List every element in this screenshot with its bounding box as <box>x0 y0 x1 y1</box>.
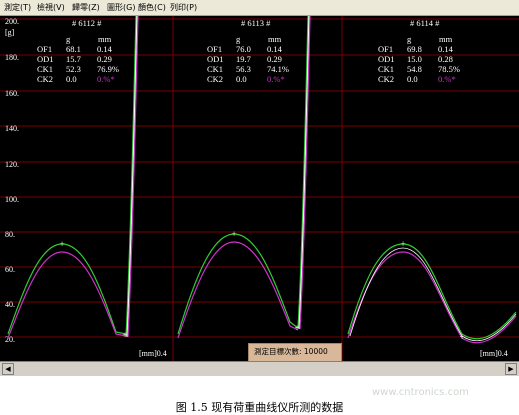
panel-title: # 6112 # <box>72 18 102 28</box>
menu-graph[interactable]: 圖形(G) <box>107 0 135 15</box>
target-count-popup[interactable]: 測定目標次數: 10000 <box>248 343 342 362</box>
row-g: 15.7 <box>66 54 81 64</box>
y-tick-label: 180. <box>5 53 19 62</box>
row-mm: 78.5% <box>438 64 460 74</box>
y-tick-label: 20. <box>5 335 15 344</box>
y-tick-label: 140. <box>5 124 19 133</box>
col-header-mm: mm <box>268 34 282 44</box>
x-unit-label: [mm]0.4 <box>139 349 167 358</box>
menu-bar: 測定(T) 檢視(V) 歸零(Z) 圖形(G) 顏色(C) 列印(P) <box>0 0 519 16</box>
row-mm-ck2: 0.%* <box>438 74 456 84</box>
row-name: OD1 <box>37 54 54 64</box>
row-g: 69.8 <box>407 44 422 54</box>
row-g: 68.1 <box>66 44 81 54</box>
row-name: OD1 <box>207 54 224 64</box>
row-g: 54.8 <box>407 64 422 74</box>
y-tick-label: 80. <box>5 230 15 239</box>
row-mm: 0.14 <box>97 44 113 54</box>
col-header-mm: mm <box>98 34 112 44</box>
row-g: 0.0 <box>407 74 418 84</box>
scroll-right-icon[interactable]: ▶ <box>505 363 517 375</box>
row-g: 52.3 <box>66 64 81 74</box>
y-tick-label: 160. <box>5 89 19 98</box>
y-axis-unit: [g] <box>5 28 15 37</box>
watermark: www.cntronics.com <box>372 387 469 398</box>
row-mm: 0.29 <box>267 54 282 64</box>
menu-print[interactable]: 列印(P) <box>170 0 197 15</box>
col-header-g: g <box>66 34 71 44</box>
row-name: OF1 <box>378 44 393 54</box>
panel-title: # 6114 # <box>410 18 440 28</box>
col-header-g: g <box>236 34 241 44</box>
curves-panel-6114: + + <box>347 239 517 344</box>
horizontal-scrollbar[interactable]: ◀ ▶ <box>0 361 519 376</box>
row-mm: 0.29 <box>97 54 112 64</box>
target-count-text: 測定目標次數: 10000 <box>254 347 328 356</box>
menu-view[interactable]: 檢視(V) <box>37 0 65 15</box>
panel-6114: # 6114 # g mm OF1 69.8 0.14 OD1 15.0 0.2… <box>378 18 460 84</box>
menu-measure[interactable]: 測定(T) <box>4 0 31 15</box>
valley-marker: + <box>294 323 299 333</box>
row-g: 76.0 <box>236 44 251 54</box>
row-name: CK2 <box>37 74 53 84</box>
row-mm-ck2: 0.%* <box>97 74 115 84</box>
row-g: 19.7 <box>236 54 251 64</box>
valley-marker: + <box>459 332 464 342</box>
peak-marker: + <box>231 229 236 239</box>
row-name: CK1 <box>378 64 394 74</box>
y-axis-top-label: 200. <box>5 17 19 26</box>
row-g: 15.0 <box>407 54 422 64</box>
y-tick-label: 40. <box>5 300 15 309</box>
row-g: 56.3 <box>236 64 251 74</box>
load-curve-plot: 200. [g] 180. 160. 140. 120. 100. 80. 60… <box>0 16 519 361</box>
figure-caption: 图 1.5 现有荷重曲线仪所测的数据 <box>175 401 344 414</box>
row-name: OF1 <box>37 44 52 54</box>
panel-title: # 6113 # <box>241 18 271 28</box>
y-tick-label: 100. <box>5 195 19 204</box>
row-mm: 0.14 <box>267 44 283 54</box>
row-mm: 0.28 <box>438 54 453 64</box>
y-tick-label: 60. <box>5 265 15 274</box>
row-g: 0.0 <box>66 74 77 84</box>
valley-marker: + <box>122 330 127 340</box>
row-name: CK2 <box>378 74 394 84</box>
row-mm: 0.14 <box>438 44 454 54</box>
scroll-left-icon[interactable]: ◀ <box>2 363 14 375</box>
row-name: OD1 <box>378 54 395 64</box>
row-name: CK2 <box>207 74 223 84</box>
row-mm: 76.9% <box>97 64 119 74</box>
row-name: OF1 <box>207 44 222 54</box>
menu-zero[interactable]: 歸零(Z) <box>72 0 100 15</box>
panel-6113: # 6113 # g mm OF1 76.0 0.14 OD1 19.7 0.2… <box>207 18 289 84</box>
peak-marker: + <box>400 239 405 249</box>
y-tick-label: 120. <box>5 160 19 169</box>
x-unit-label: [mm]0.4 <box>480 349 508 358</box>
peak-marker: + <box>59 239 64 249</box>
menu-color[interactable]: 顏色(C) <box>138 0 166 15</box>
col-header-mm: mm <box>439 34 453 44</box>
col-header-g: g <box>407 34 412 44</box>
row-mm: 74.1% <box>267 64 289 74</box>
row-name: CK1 <box>207 64 223 74</box>
row-mm-ck2: 0.%* <box>267 74 285 84</box>
row-g: 0.0 <box>236 74 247 84</box>
panel-6112: # 6112 # g mm OF1 68.1 0.14 OD1 15.7 0.2… <box>37 18 119 84</box>
row-name: CK1 <box>37 64 53 74</box>
